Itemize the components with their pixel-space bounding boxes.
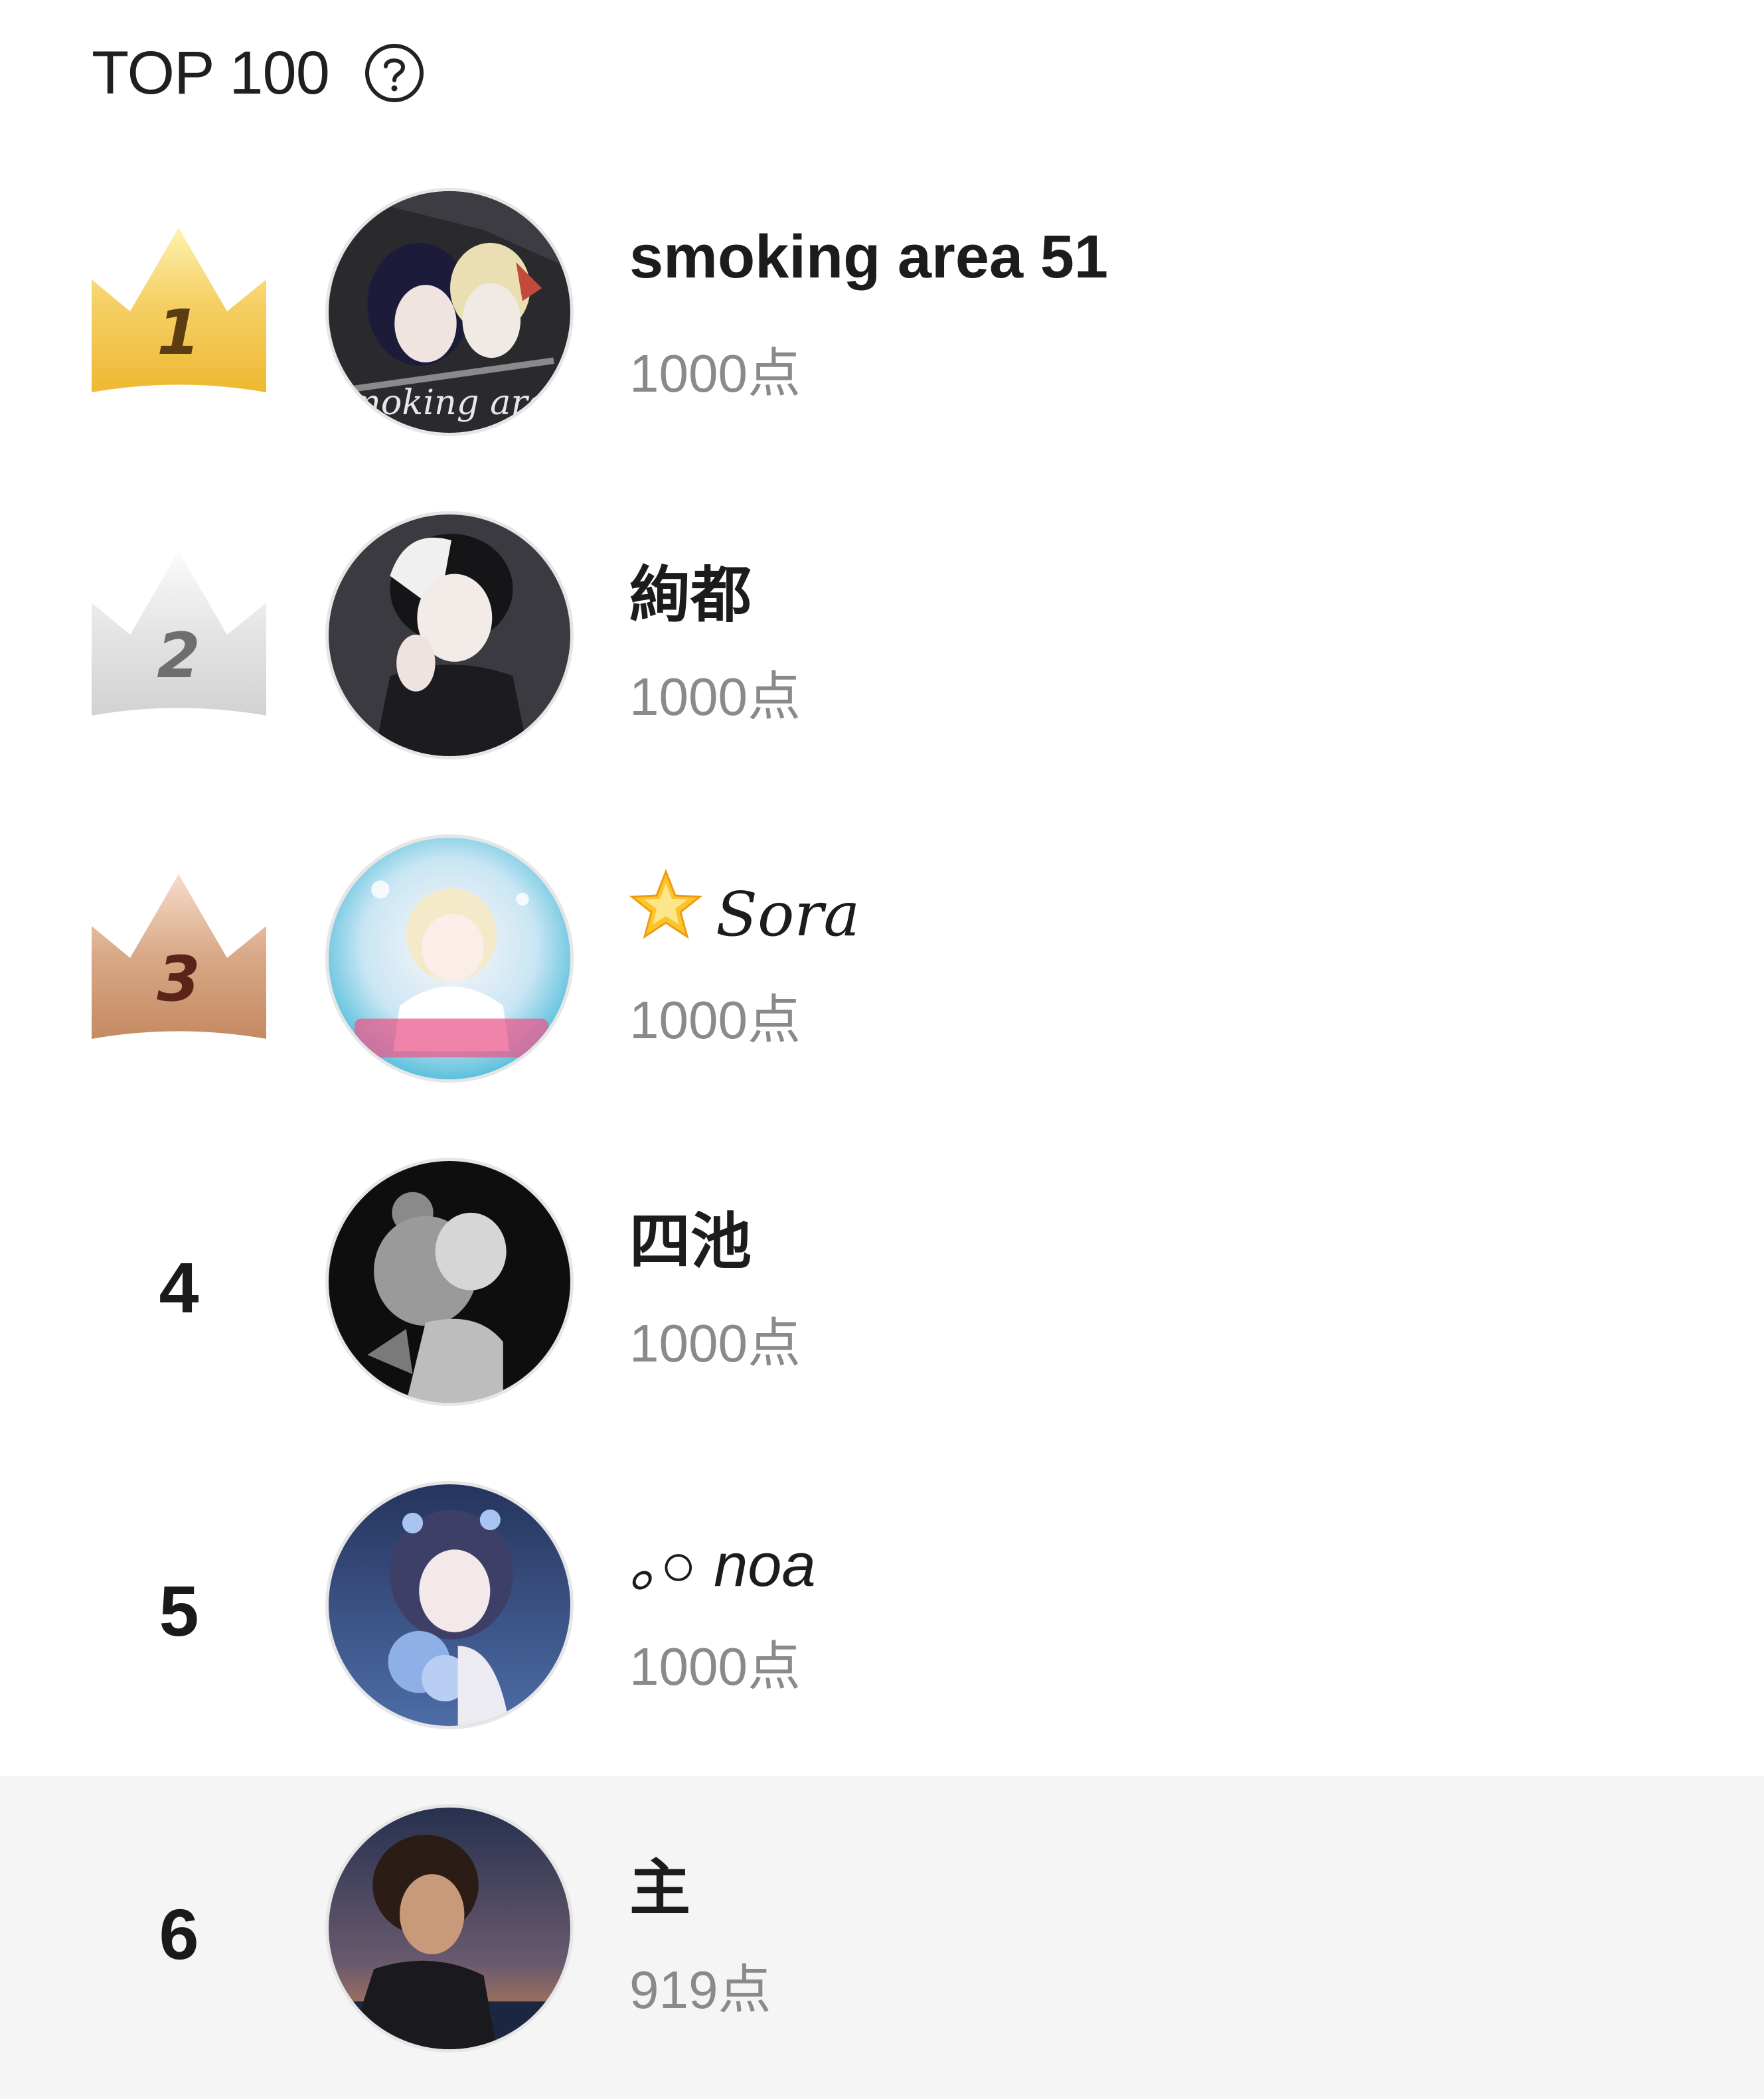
user-name: smoking area 51 <box>629 223 1109 291</box>
rank-cell: 6 <box>92 1844 266 2023</box>
ranking-row[interactable]: 5 ｡○ noa 1000点 <box>0 1452 1764 1776</box>
user-name: 四池 <box>629 1208 752 1276</box>
ranking-header: TOP 100 <box>92 33 425 113</box>
ranking-row[interactable]: 4 四池 1000点 <box>0 1129 1764 1452</box>
ranking-row[interactable]: 2 絢都 1000点 <box>0 483 1764 806</box>
avatar[interactable] <box>325 834 574 1083</box>
ranking-row-current-user[interactable]: 6 主 919点 <box>0 1776 1764 2099</box>
user-score: 1000点 <box>629 1637 801 1696</box>
user-score: 919点 <box>629 1960 771 2019</box>
rank-number: 3 <box>157 943 200 1016</box>
user-name: 主 <box>629 1855 691 1922</box>
glowing-star-icon <box>629 868 703 957</box>
user-score: 1000点 <box>629 667 801 726</box>
avatar[interactable]: smoking area <box>325 188 574 436</box>
user-name: ｡○ noa <box>629 1531 816 1599</box>
rank-cell: 5 <box>92 1521 266 1700</box>
svg-text:smoking area: smoking area <box>330 382 569 423</box>
rank-number: 2 <box>157 620 200 692</box>
page-title: TOP 100 <box>92 39 330 107</box>
rank-number: 6 <box>159 1893 199 1974</box>
user-score: 1000点 <box>629 990 801 1050</box>
user-score: 1000点 <box>629 344 801 403</box>
ranking-row[interactable]: 3 Sora 1000点 <box>0 806 1764 1129</box>
user-name: Sora <box>629 868 860 957</box>
user-score: 1000点 <box>629 1314 801 1373</box>
avatar[interactable] <box>325 1481 574 1729</box>
avatar[interactable] <box>325 511 574 759</box>
ranking-row[interactable]: 1 smoking area smoking area 51 1000点 <box>0 159 1764 483</box>
silver-crown-icon: 2 <box>92 551 266 730</box>
user-name-text: Sora <box>716 879 860 950</box>
rank-number: 1 <box>157 297 200 369</box>
rank-number: 5 <box>159 1570 199 1651</box>
avatar[interactable] <box>325 1804 574 2053</box>
question-circle-icon[interactable] <box>364 42 425 104</box>
ranking-list: 1 smoking area smoking area 51 1000点 2 絢… <box>0 159 1764 2099</box>
avatar[interactable] <box>325 1158 574 1406</box>
bronze-crown-icon: 3 <box>92 874 266 1053</box>
gold-crown-icon: 1 <box>92 228 266 407</box>
rank-number: 4 <box>159 1247 199 1328</box>
user-name: 絢都 <box>629 562 752 629</box>
rank-cell: 4 <box>92 1198 266 1377</box>
